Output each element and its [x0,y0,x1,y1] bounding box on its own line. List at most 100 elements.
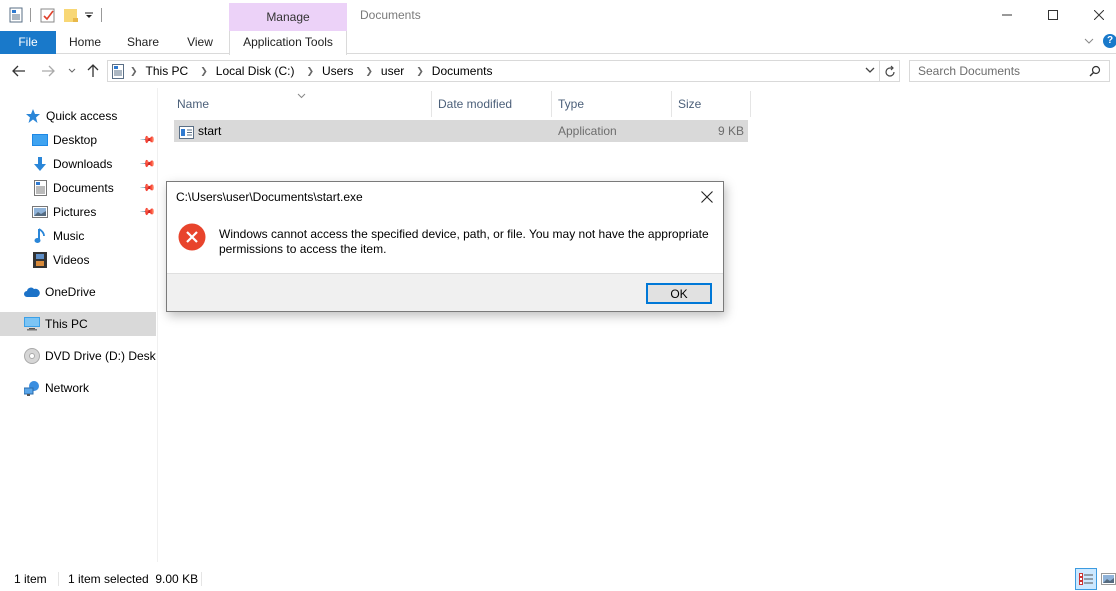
sidebar-label: OneDrive [45,285,96,299]
sidebar-label: Quick access [46,109,118,123]
properties-icon[interactable] [9,7,25,23]
pin-icon[interactable]: 📌 [139,204,156,221]
customize-dropdown-icon[interactable] [84,7,100,23]
column-header-size[interactable]: Size [673,91,751,117]
sidebar-item-network[interactable]: Network [0,376,156,400]
search-placeholder: Search Documents [918,64,1021,78]
address-history-dropdown[interactable] [865,66,875,74]
details-view-icon [1079,573,1093,585]
forward-button[interactable] [38,61,58,81]
minimize-button[interactable] [984,0,1030,30]
pin-icon[interactable]: 📌 [139,132,156,149]
sidebar-item-desktop[interactable]: Desktop 📌 [0,128,156,152]
sidebar-item-music[interactable]: Music [0,224,156,248]
pin-icon[interactable]: 📌 [139,180,156,197]
up-button[interactable] [83,61,103,81]
tab-share[interactable]: Share [120,31,166,54]
address-bar[interactable]: ❯ This PC ❯ Local Disk (C:) ❯ Users ❯ us… [107,60,880,82]
tab-view[interactable]: View [178,31,222,54]
breadcrumb-documents[interactable]: Documents [432,64,493,78]
title-bar: Manage Documents [0,0,1116,31]
minimize-icon [1002,14,1012,16]
dialog-message: Windows cannot access the specified devi… [219,227,709,256]
star-icon [25,108,41,124]
status-bar: 1 item 1 item selected 9.00 KB [0,567,1116,591]
new-folder-icon[interactable] [63,7,79,23]
pictures-icon [32,204,48,220]
back-arrow-icon [12,65,25,77]
manage-tab-group: Manage [229,3,347,31]
search-icon[interactable] [1089,65,1101,77]
tab-home[interactable]: Home [62,31,108,54]
window-title: Documents [360,8,421,22]
refresh-button[interactable] [879,60,900,82]
onedrive-cloud-icon [24,284,40,300]
sidebar-item-onedrive[interactable]: OneDrive [0,280,156,304]
dialog-close-button[interactable] [697,187,717,207]
breadcrumb-user[interactable]: user [381,64,404,78]
maximize-button[interactable] [1030,0,1076,30]
sidebar-item-this-pc[interactable]: This PC [0,312,156,336]
sidebar-label: Documents [53,181,114,195]
file-list: Name Date modified Type Size start Appli… [159,88,1116,562]
error-icon [178,223,206,254]
sidebar-label: This PC [45,317,88,331]
sidebar-label: Downloads [53,157,113,171]
file-type: Application [558,124,617,138]
breadcrumb-this-pc[interactable]: This PC [146,64,189,78]
expand-ribbon-button[interactable] [1084,35,1094,49]
computer-icon [24,316,40,332]
status-separator [201,572,202,586]
status-separator [58,572,59,586]
tab-file[interactable]: File [0,31,56,54]
breadcrumb-separator[interactable]: ❯ [130,66,138,77]
checkmark-icon[interactable] [40,7,56,23]
back-button[interactable] [9,61,29,81]
close-button[interactable] [1076,0,1116,30]
sidebar-label: Music [53,229,85,243]
close-icon [1094,10,1104,20]
column-header-date-modified[interactable]: Date modified [433,91,552,117]
chevron-down-icon [1084,38,1094,44]
dialog-footer: OK [167,273,723,311]
breadcrumb-local-disk[interactable]: Local Disk (C:) [216,64,295,78]
selection-info: 1 item selected 9.00 KB [68,572,199,586]
dialog-title: C:\Users\user\Documents\start.exe [176,190,363,204]
breadcrumb-separator[interactable]: ❯ [416,66,424,77]
sidebar-item-dvd-drive[interactable]: DVD Drive (D:) Deskto [0,344,156,368]
breadcrumb-separator[interactable]: ❯ [365,66,373,77]
forward-arrow-icon [42,65,55,77]
refresh-icon [884,65,895,77]
sidebar-item-documents[interactable]: Documents 📌 [0,176,156,200]
downloads-icon [32,156,48,172]
documents-location-icon [112,63,124,79]
navigation-pane: Quick access Desktop 📌 Downloads 📌 Docum… [0,88,158,562]
sidebar-item-videos[interactable]: Videos [0,248,156,272]
large-icons-view-button[interactable] [1100,571,1116,587]
sidebar-label: DVD Drive (D:) Deskto [45,349,156,363]
sidebar-label: Pictures [53,205,97,219]
details-view-button[interactable] [1075,568,1097,590]
sidebar-label: Desktop [53,133,98,147]
sidebar-item-pictures[interactable]: Pictures 📌 [0,200,156,224]
recent-locations-button[interactable] [62,61,82,81]
ok-button[interactable]: OK [646,283,712,304]
pin-icon[interactable]: 📌 [139,156,156,173]
tab-application-tools[interactable]: Application Tools [229,31,347,55]
file-size: 9 KB [717,124,744,138]
breadcrumb-separator[interactable]: ❯ [200,66,208,77]
column-header-type[interactable]: Type [553,91,672,117]
dvd-drive-icon [24,348,40,364]
breadcrumb-users[interactable]: Users [322,64,353,78]
separator [30,8,31,22]
help-icon[interactable]: ? [1103,34,1116,48]
sidebar-item-downloads[interactable]: Downloads 📌 [0,152,156,176]
sidebar-item-quick-access[interactable]: Quick access [0,104,156,128]
column-header-name[interactable]: Name [172,91,432,117]
sidebar-label: Videos [53,253,90,267]
file-row[interactable]: start Application 9 KB [174,120,748,142]
maximize-icon [1048,10,1058,20]
breadcrumb-separator[interactable]: ❯ [306,66,314,77]
search-input[interactable]: Search Documents [909,60,1110,82]
music-icon [32,228,48,244]
